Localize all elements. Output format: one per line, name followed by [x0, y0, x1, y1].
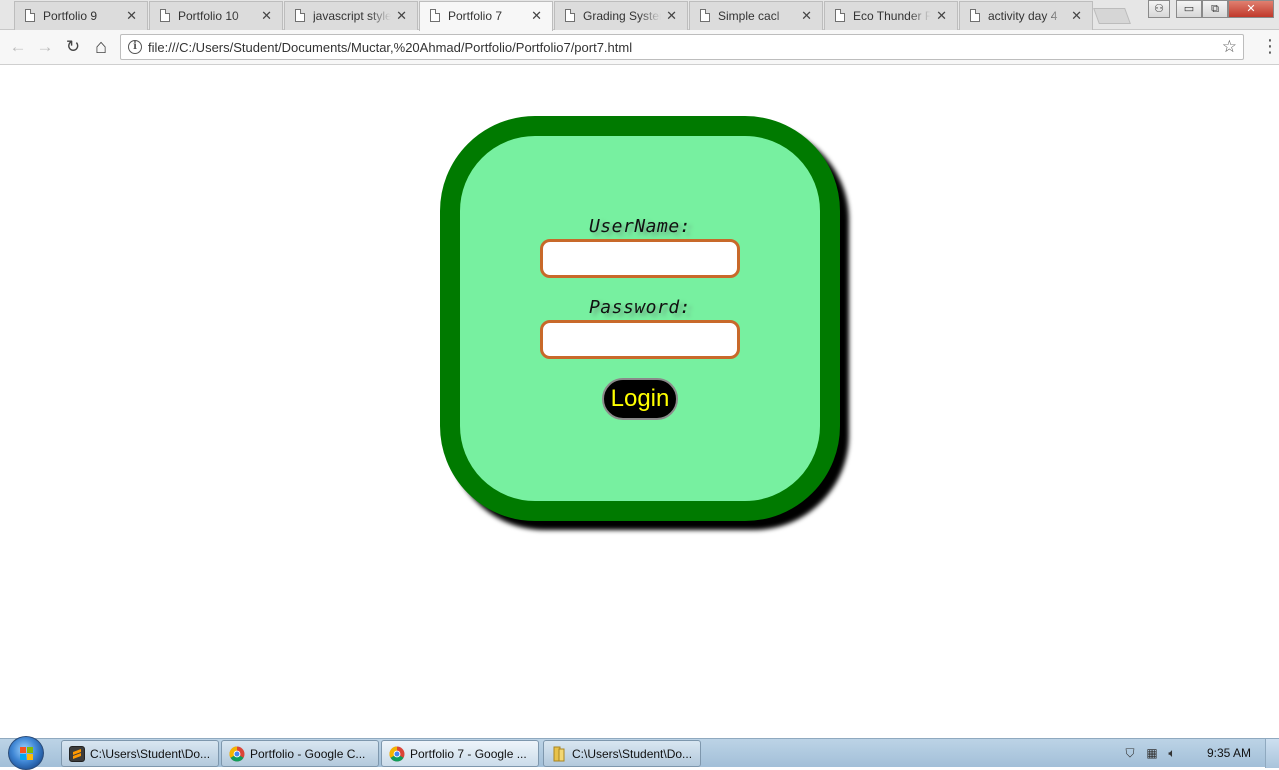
shield-icon[interactable]: ⛉ — [1123, 746, 1137, 760]
close-icon[interactable]: ✕ — [1071, 8, 1082, 24]
taskbar-item-explorer[interactable]: C:\Users\Student\Do... — [543, 740, 701, 767]
page-icon — [295, 9, 305, 22]
tab-strip: Portfolio 9 ✕ Portfolio 10 ✕ javascript … — [0, 0, 1279, 31]
volume-icon[interactable]: 🔈︎ — [1165, 746, 1179, 760]
tab-grading-system[interactable]: Grading System ✕ — [554, 1, 688, 30]
home-button[interactable]: ⌂ — [91, 37, 111, 57]
username-label: UserName: — [588, 216, 692, 237]
address-bar[interactable]: i file:///C:/Users/Student/Documents/Muc… — [120, 34, 1244, 60]
browser-toolbar: ← → ↻ ⌂ i file:///C:/Users/Student/Docum… — [0, 30, 1279, 65]
user-icon[interactable]: ⚇ — [1148, 0, 1170, 18]
chrome-icon — [389, 746, 405, 762]
windows-logo-icon — [20, 747, 34, 760]
tab-portfolio-7[interactable]: Portfolio 7 ✕ — [419, 1, 553, 31]
username-input[interactable] — [540, 239, 740, 278]
tab-title: activity day 4 — [988, 9, 1066, 23]
page-icon — [160, 9, 170, 22]
taskbar-item-sublime[interactable]: C:\Users\Student\Do... — [61, 740, 219, 767]
menu-icon[interactable]: ⋮ — [1261, 36, 1279, 56]
new-tab-button[interactable] — [1093, 8, 1131, 24]
tab-title: Portfolio 9 — [43, 9, 121, 23]
page-icon — [970, 9, 980, 22]
page-icon — [835, 9, 845, 22]
folder-icon — [551, 746, 567, 762]
tab-title: Grading System — [583, 9, 661, 23]
taskbar-item-label: Portfolio 7 - Google ... — [410, 747, 527, 761]
tab-simple-cacl[interactable]: Simple cacl ✕ — [689, 1, 823, 30]
login-box: UserName: Password: Login — [440, 116, 840, 521]
tab-title: Simple cacl — [718, 9, 796, 23]
password-label: Password: — [588, 297, 692, 318]
clock[interactable]: 9:35 AM — [1207, 746, 1251, 760]
tab-portfolio-9[interactable]: Portfolio 9 ✕ — [14, 1, 148, 30]
chrome-icon — [229, 746, 245, 762]
taskbar-item-label: C:\Users\Student\Do... — [90, 747, 211, 761]
tab-title: Eco Thunder F — [853, 9, 931, 23]
close-icon[interactable]: ✕ — [801, 8, 812, 24]
info-icon[interactable]: i — [128, 40, 142, 54]
sublime-icon — [69, 746, 85, 762]
system-tray: ⛉ ▦ 🔈︎ 9:35 AM — [1119, 739, 1279, 768]
close-icon[interactable]: ✕ — [531, 8, 542, 24]
minimize-button[interactable]: ▭ — [1176, 0, 1202, 18]
close-icon[interactable]: ✕ — [666, 8, 677, 24]
taskbar-item-chrome-portfolio-7[interactable]: Portfolio 7 - Google ... — [381, 740, 539, 767]
start-button[interactable] — [8, 736, 44, 770]
tab-title: Portfolio 10 — [178, 9, 256, 23]
close-icon[interactable]: ✕ — [396, 8, 407, 24]
password-input[interactable] — [540, 320, 740, 359]
close-icon[interactable]: ✕ — [936, 8, 947, 24]
page-icon — [700, 9, 710, 22]
tab-eco-thunder[interactable]: Eco Thunder F ✕ — [824, 1, 958, 30]
close-icon[interactable]: ✕ — [261, 8, 272, 24]
close-icon[interactable]: ✕ — [126, 8, 137, 24]
tab-javascript-style[interactable]: javascript style ✕ — [284, 1, 418, 30]
tab-title: javascript style — [313, 9, 391, 23]
login-button[interactable]: Login — [602, 378, 678, 420]
url-text[interactable]: file:///C:/Users/Student/Documents/Mucta… — [148, 40, 632, 55]
star-icon[interactable]: ☆ — [1222, 37, 1237, 57]
show-desktop-button[interactable] — [1265, 739, 1279, 768]
close-window-button[interactable]: ✕ — [1228, 0, 1274, 18]
network-icon[interactable]: ▦ — [1145, 746, 1159, 760]
back-button[interactable]: ← — [8, 37, 28, 57]
restore-button[interactable]: ⧉ — [1202, 0, 1228, 18]
tab-activity-day-4[interactable]: activity day 4 ✕ — [959, 1, 1093, 30]
forward-button[interactable]: → — [35, 37, 55, 57]
tab-portfolio-10[interactable]: Portfolio 10 ✕ — [149, 1, 283, 30]
taskbar-item-label: C:\Users\Student\Do... — [572, 747, 693, 761]
page-icon — [25, 9, 35, 22]
tab-title: Portfolio 7 — [448, 9, 526, 23]
taskbar: C:\Users\Student\Do... Portfolio - Googl… — [0, 736, 1279, 770]
page-icon — [565, 9, 575, 22]
page-icon — [430, 9, 440, 22]
reload-button[interactable]: ↻ — [63, 37, 83, 57]
taskbar-item-label: Portfolio - Google C... — [250, 747, 366, 761]
taskbar-item-chrome-portfolio[interactable]: Portfolio - Google C... — [221, 740, 379, 767]
page-viewport: UserName: Password: Login — [0, 66, 1279, 738]
